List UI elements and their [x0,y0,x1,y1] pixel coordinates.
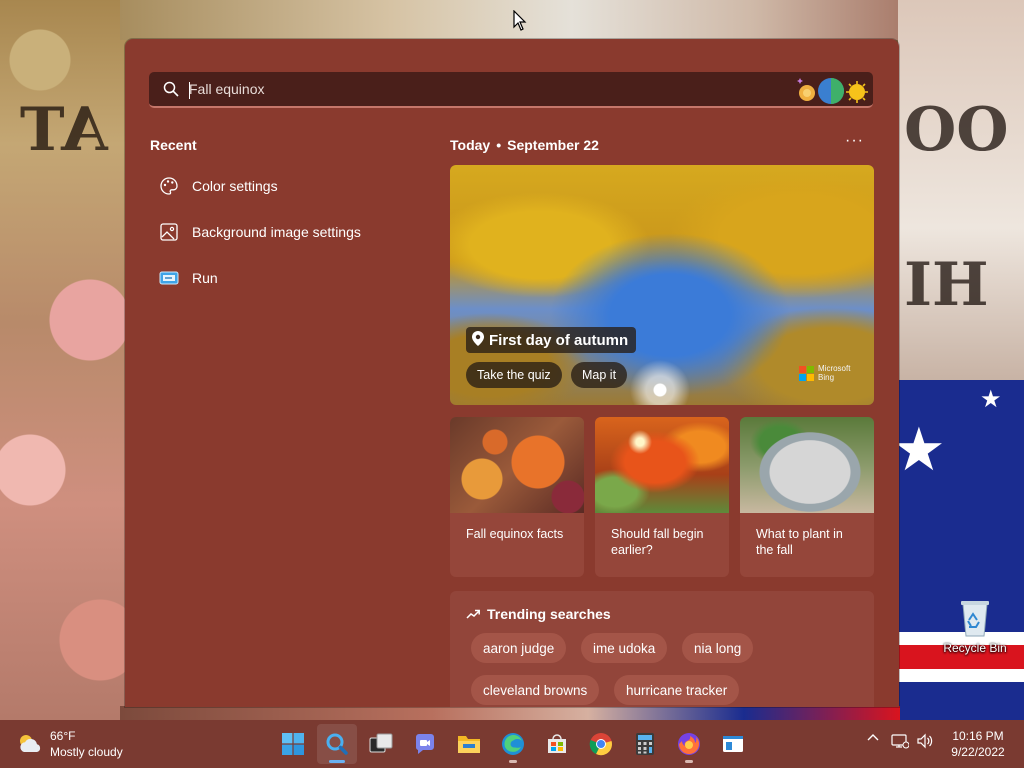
taskbar-search-button[interactable] [317,724,357,764]
calculator-button[interactable] [625,724,665,764]
chrome-icon [589,733,612,756]
card-should-fall-begin-earlier[interactable]: Should fall begin earlier? [595,417,729,577]
chat-icon [415,734,434,754]
hero-card[interactable]: First day of autumn Take the quiz Map it… [450,165,874,405]
wallpaper-lettering: HI [904,250,989,320]
more-options-button[interactable]: ··· [845,132,864,150]
search-input[interactable] [189,72,749,106]
edge-button[interactable] [493,724,533,764]
trending-item-hurricane-tracker[interactable]: hurricane tracker [614,675,740,705]
notepad-icon [723,736,743,752]
pumpkins-thumbnail [450,417,584,513]
recent-item-run[interactable]: Run [158,263,218,293]
text-caret [189,82,190,99]
recent-item-label: Color settings [192,178,278,194]
search-icon [326,733,348,755]
wallpaper-lettering: OO [904,95,1009,165]
card-caption: Should fall begin earlier? [611,527,704,557]
volume-button[interactable] [914,733,936,749]
wallpaper-lettering: AT [20,95,108,165]
wallpaper-sign [898,0,1024,380]
wallpaper-bottom [120,706,900,720]
microsoft-bing-logo: Microsoft Bing [799,364,850,382]
store-icon [548,734,566,753]
file-explorer-button[interactable] [449,724,489,764]
clock-time: 10:16 PM [952,729,1004,743]
trending-item-nia-long[interactable]: nia long [682,633,754,663]
trending-item-cleveland-browns[interactable]: cleveland browns [471,675,600,705]
autumn-leaves-thumbnail [595,417,729,513]
hero-title-badge[interactable]: First day of autumn [466,327,637,353]
today-date: September 22 [507,137,599,153]
recent-item-color-settings[interactable]: Color settings [158,171,278,201]
speaker-icon [917,733,933,749]
recent-heading: Recent [150,137,197,153]
network-button[interactable] [890,733,910,749]
hero-title: First day of autumn [489,331,629,349]
partly-cloudy-icon [16,732,44,756]
today-heading: Today • September 22 [450,137,599,153]
search-panel: Recent Color settings Background image s… [125,39,899,707]
firefox-icon [678,733,700,755]
firefox-button[interactable] [669,724,709,764]
task-view-icon [369,733,393,753]
microsoft-store-button[interactable] [537,724,577,764]
take-the-quiz-button[interactable]: Take the quiz [466,362,562,388]
wallpaper-top [120,0,1024,40]
show-hidden-icons-button[interactable] [864,733,882,741]
folder-icon [458,736,480,753]
taskbar: 66°F Mostly cloudy 10:16 PM 9/22/2022 [0,720,1024,768]
separator-dot: • [496,137,502,153]
palette-icon [158,175,180,197]
network-icon [891,734,909,749]
location-pin-icon [472,330,484,350]
notepad-button[interactable] [713,724,753,764]
chrome-button[interactable] [581,724,621,764]
wallpaper-flag: ★ ★ [898,380,1024,720]
card-caption: Fall equinox facts [466,527,564,541]
microsoft-logo-icon [799,365,814,381]
card-what-to-plant-in-the-fall[interactable]: What to plant in the fall [740,417,874,577]
recycle-bin-icon [957,598,993,638]
start-button[interactable] [273,724,313,764]
search-highlight-doodle-icon[interactable] [795,75,871,105]
trending-heading: Trending searches [466,606,611,622]
windows-logo-icon [282,733,304,755]
card-caption: What to plant in the fall [756,527,843,557]
chevron-up-icon [867,734,879,741]
chat-button[interactable] [405,724,445,764]
search-box[interactable] [149,72,873,108]
recycle-bin-label: Recycle Bin [943,641,1007,655]
trending-searches-section: Trending searches aaron judge ime udoka … [450,591,874,707]
run-icon [158,267,180,289]
calculator-icon [636,733,654,755]
vegetables-thumbnail [740,417,874,513]
task-view-button[interactable] [361,724,401,764]
recent-item-background-image-settings[interactable]: Background image settings [158,217,361,247]
trending-item-ime-udoka[interactable]: ime udoka [581,633,668,663]
today-label: Today [450,137,491,153]
recycle-bin-desktop-icon[interactable]: Recycle Bin [942,598,1008,655]
clock[interactable]: 10:16 PM 9/22/2022 [938,728,1018,760]
recent-item-label: Background image settings [192,224,361,240]
edge-icon [502,733,524,755]
image-icon [158,221,180,243]
recent-item-label: Run [192,270,218,286]
trending-up-icon [466,606,480,622]
map-it-button[interactable]: Map it [571,362,628,388]
weather-temperature: 66°F [50,729,76,743]
search-icon [163,81,179,102]
trending-item-aaron-judge[interactable]: aaron judge [471,633,567,663]
weather-widget[interactable]: 66°F Mostly cloudy [16,728,123,760]
clock-date: 9/22/2022 [951,745,1005,759]
weather-description: Mostly cloudy [50,745,123,759]
mouse-cursor [513,9,527,37]
card-fall-equinox-facts[interactable]: Fall equinox facts [450,417,584,577]
